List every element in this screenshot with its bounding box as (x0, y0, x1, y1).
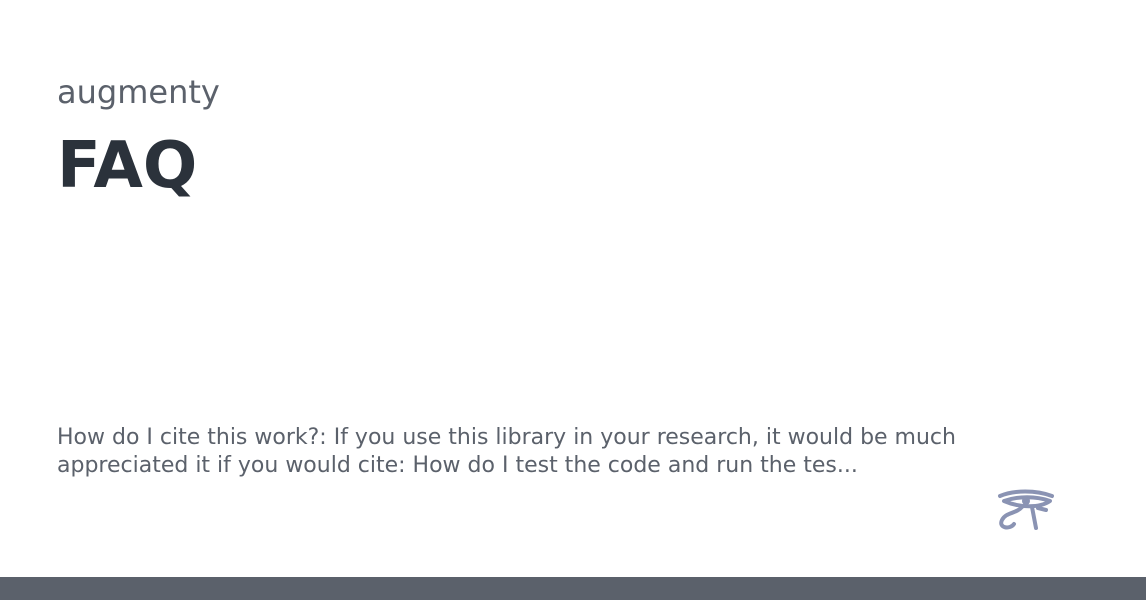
footer-bar (0, 577, 1146, 600)
page-title: FAQ (57, 129, 198, 203)
site-name: augmenty (57, 73, 220, 111)
page-description: How do I cite this work?: If you use thi… (57, 425, 956, 478)
eye-of-horus-icon (998, 489, 1054, 530)
